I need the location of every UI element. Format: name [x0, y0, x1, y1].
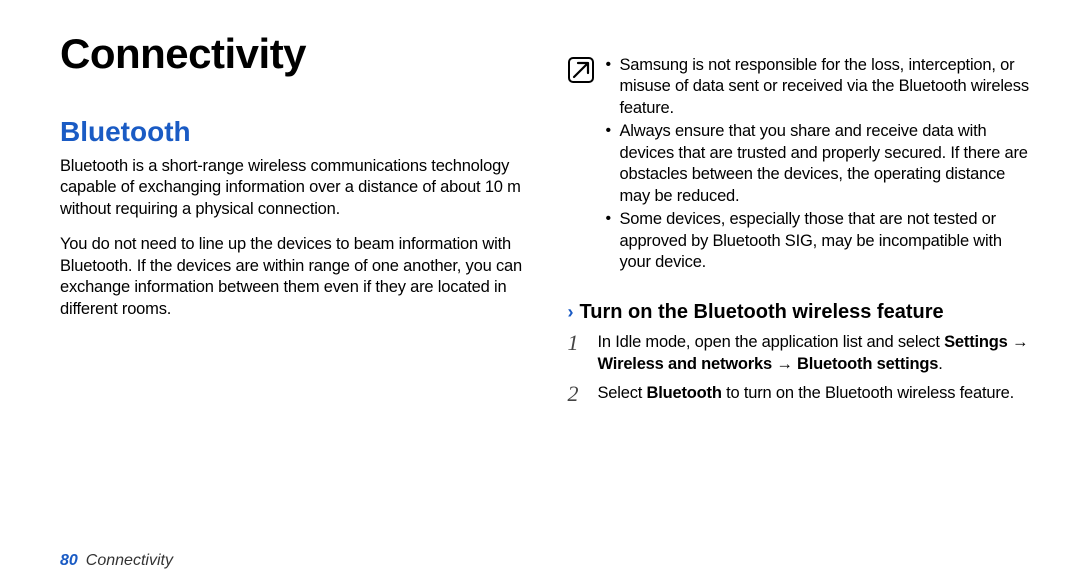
note-item: Always ensure that you share and receive…	[606, 121, 1031, 207]
footer-chapter-name: Connectivity	[86, 552, 173, 570]
subsection-heading-turn-on-bluetooth: › Turn on the Bluetooth wireless feature	[568, 301, 1031, 324]
step-number: 2	[568, 383, 588, 405]
chevron-right-icon: ›	[568, 302, 574, 323]
note-box: Samsung is not responsible for the loss,…	[568, 55, 1031, 275]
chapter-title: Connectivity	[60, 30, 523, 78]
steps-list: 1 In Idle mode, open the application lis…	[568, 332, 1031, 405]
note-item: Some devices, especially those that are …	[606, 209, 1031, 273]
page-footer: 80 Connectivity	[60, 552, 173, 570]
note-icon	[568, 57, 594, 83]
note-content: Samsung is not responsible for the loss,…	[606, 55, 1031, 275]
bluetooth-intro-paragraph-2: You do not need to line up the devices t…	[60, 234, 523, 320]
page-number: 80	[60, 552, 78, 570]
step-2: 2 Select Bluetooth to turn on the Blueto…	[568, 383, 1031, 405]
step-number: 1	[568, 332, 588, 375]
section-heading-bluetooth: Bluetooth	[60, 116, 523, 148]
step-text: Select Bluetooth to turn on the Bluetoot…	[598, 383, 1014, 405]
bluetooth-intro-paragraph-1: Bluetooth is a short-range wireless comm…	[60, 156, 523, 220]
note-item: Samsung is not responsible for the loss,…	[606, 55, 1031, 119]
step-text: In Idle mode, open the application list …	[598, 332, 1031, 375]
subsection-heading-text: Turn on the Bluetooth wireless feature	[580, 301, 944, 324]
step-1: 1 In Idle mode, open the application lis…	[568, 332, 1031, 375]
